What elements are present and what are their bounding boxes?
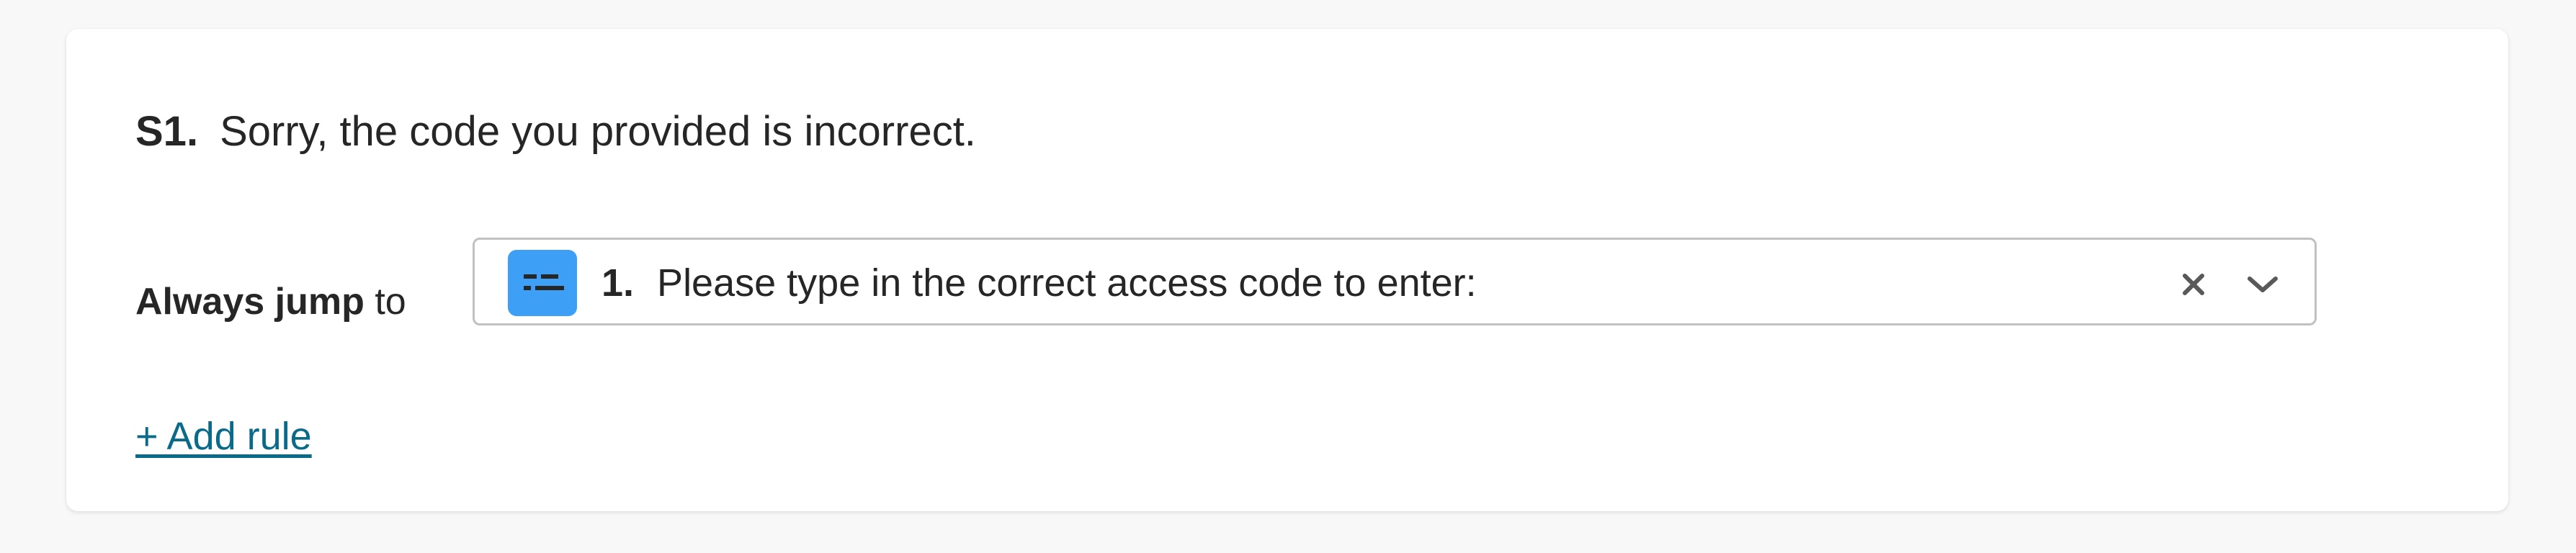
jump-target-select[interactable]: 1. Please type in the correct access code… [473,238,2317,325]
question-number: S1. [135,108,199,155]
dropdown-toggle-button[interactable] [2242,266,2283,303]
question-text: Sorry, the code you provided is incorrec… [220,108,976,155]
jump-rule-label-strong: Always jump [135,281,365,323]
close-icon [2183,274,2204,295]
clear-selection-button[interactable] [2175,266,2212,303]
question-title: S1. Sorry, the code you provided is incor… [135,107,976,157]
selected-option-text: Please type in the correct access code t… [657,261,1477,305]
logic-rule-card: S1. Sorry, the code you provided is incor… [66,29,2508,511]
short-text-question-icon [508,250,577,316]
jump-rule-label: Always jump to [135,279,406,324]
chevron-down-icon [2248,276,2278,292]
selected-option-number: 1. [601,261,635,305]
add-rule-link[interactable]: + Add rule [135,413,312,460]
jump-rule-label-rest: to [375,281,406,323]
selected-option: 1. Please type in the correct access code… [601,260,1477,307]
